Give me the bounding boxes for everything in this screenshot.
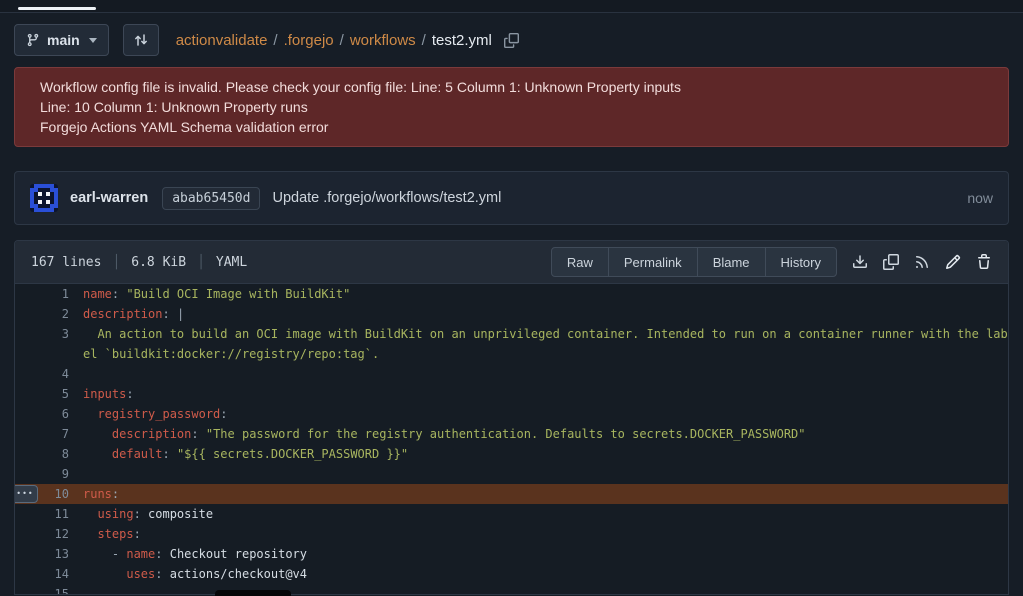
file-lines-count: 167 lines bbox=[31, 255, 101, 270]
line-number[interactable]: 2 bbox=[15, 304, 83, 324]
code-line-text: An action to build an OCI image with Bui… bbox=[83, 324, 1008, 364]
breadcrumb-dir-link[interactable]: workflows bbox=[350, 32, 416, 49]
code-line: 15 bbox=[15, 584, 1008, 595]
branch-name-label: main bbox=[47, 32, 80, 48]
file-size: 6.8 KiB bbox=[131, 255, 186, 270]
blame-button[interactable]: Blame bbox=[697, 247, 766, 277]
line-number[interactable]: 3 bbox=[15, 324, 83, 344]
active-tab-indicator[interactable] bbox=[18, 7, 96, 10]
code-line-text: using: composite bbox=[83, 504, 1008, 524]
delete-icon[interactable] bbox=[976, 254, 992, 270]
commit-sha-link[interactable]: abab65450d bbox=[162, 187, 260, 210]
code-line: 3 An action to build an OCI image with B… bbox=[15, 324, 1008, 364]
code-line: 7 description: "The password for the reg… bbox=[15, 424, 1008, 444]
code-line: 14 uses: actions/checkout@v4 bbox=[15, 564, 1008, 584]
file-action-icons bbox=[852, 254, 992, 270]
workflow-error-banner: Workflow config file is invalid. Please … bbox=[14, 67, 1009, 147]
code-line: 6 registry_password: bbox=[15, 404, 1008, 424]
line-menu-button[interactable]: ••• bbox=[14, 485, 38, 503]
code-line-text: - name: Checkout repository bbox=[83, 544, 1008, 564]
avatar[interactable] bbox=[30, 184, 58, 212]
code-line: 5inputs: bbox=[15, 384, 1008, 404]
file-view-box: 167 lines │ 6.8 KiB │ YAML Raw Permalink… bbox=[14, 240, 1009, 595]
history-button[interactable]: History bbox=[765, 247, 837, 277]
code-line: 2description: | bbox=[15, 304, 1008, 324]
latest-commit-bar: earl-warren abab65450d Update .forgejo/w… bbox=[14, 171, 1009, 225]
code-line-text: default: "${{ secrets.DOCKER_PASSWORD }}… bbox=[83, 444, 1008, 464]
error-line: Workflow config file is invalid. Please … bbox=[40, 77, 983, 97]
git-compare-icon bbox=[133, 32, 149, 48]
line-number[interactable]: 8 bbox=[15, 444, 83, 464]
code-line: 11 using: composite bbox=[15, 504, 1008, 524]
breadcrumb-dir-link[interactable]: .forgejo bbox=[284, 32, 334, 49]
download-icon[interactable] bbox=[852, 254, 868, 270]
bottom-overlay-fragment bbox=[215, 590, 291, 596]
commit-timestamp: now bbox=[967, 190, 993, 206]
code-line: 13 - name: Checkout repository bbox=[15, 544, 1008, 564]
commit-message[interactable]: Update .forgejo/workflows/test2.yml bbox=[272, 190, 501, 206]
copy-icon[interactable] bbox=[883, 254, 899, 270]
compare-button[interactable] bbox=[123, 24, 159, 56]
branch-selector-button[interactable]: main bbox=[14, 24, 109, 56]
line-number[interactable]: 9 bbox=[15, 464, 83, 484]
meta-separator: │ bbox=[197, 255, 205, 270]
file-view-buttons: Raw Permalink Blame History bbox=[551, 247, 837, 277]
line-number[interactable]: 13 bbox=[15, 544, 83, 564]
line-number[interactable]: 14 bbox=[15, 564, 83, 584]
edit-icon[interactable] bbox=[945, 254, 961, 270]
breadcrumb-current-file: test2.yml bbox=[432, 32, 492, 49]
breadcrumb-repo-link[interactable]: actionvalidate bbox=[176, 32, 268, 49]
code-line: 12 steps: bbox=[15, 524, 1008, 544]
file-meta: 167 lines │ 6.8 KiB │ YAML bbox=[31, 255, 247, 270]
rss-icon[interactable] bbox=[914, 254, 930, 270]
error-line: Forgejo Actions YAML Schema validation e… bbox=[40, 117, 983, 137]
code-line-text: description: | bbox=[83, 304, 1008, 324]
chevron-down-icon bbox=[89, 38, 97, 43]
code-line-text: inputs: bbox=[83, 384, 1008, 404]
line-number[interactable]: 7 bbox=[15, 424, 83, 444]
code-line: 4 bbox=[15, 364, 1008, 384]
code-line-text: uses: actions/checkout@v4 bbox=[83, 564, 1008, 584]
code-area: 1name: "Build OCI Image with BuildKit"2d… bbox=[15, 284, 1008, 595]
code-line: 1name: "Build OCI Image with BuildKit" bbox=[15, 284, 1008, 304]
file-header: 167 lines │ 6.8 KiB │ YAML Raw Permalink… bbox=[15, 241, 1008, 284]
breadcrumb: actionvalidate / .forgejo / workflows / … bbox=[176, 32, 519, 49]
breadcrumb-separator: / bbox=[422, 32, 426, 49]
code-line: 9 bbox=[15, 464, 1008, 484]
code-line-text: registry_password: bbox=[83, 404, 1008, 424]
code-line: 10runs:••• bbox=[15, 484, 1008, 504]
file-toolbar: main actionvalidate / .forgejo / workflo… bbox=[14, 24, 1009, 56]
code-line-text bbox=[83, 364, 1008, 384]
git-branch-icon bbox=[26, 33, 40, 47]
line-number[interactable]: 4 bbox=[15, 364, 83, 384]
code-line-text: runs: bbox=[83, 484, 1008, 504]
top-nav-bar bbox=[0, 0, 1023, 13]
line-number[interactable]: 5 bbox=[15, 384, 83, 404]
line-number[interactable]: 1 bbox=[15, 284, 83, 304]
line-number[interactable]: 11 bbox=[15, 504, 83, 524]
copy-path-icon[interactable] bbox=[504, 33, 519, 48]
file-language: YAML bbox=[216, 255, 247, 270]
code-line-text bbox=[83, 464, 1008, 484]
code-line: 8 default: "${{ secrets.DOCKER_PASSWORD … bbox=[15, 444, 1008, 464]
repo-file-page: main actionvalidate / .forgejo / workflo… bbox=[0, 24, 1023, 595]
meta-separator: │ bbox=[112, 255, 120, 270]
raw-button[interactable]: Raw bbox=[551, 247, 609, 277]
line-number[interactable]: 12 bbox=[15, 524, 83, 544]
permalink-button[interactable]: Permalink bbox=[608, 247, 698, 277]
error-line: Line: 10 Column 1: Unknown Property runs bbox=[40, 97, 983, 117]
code-line-text: name: "Build OCI Image with BuildKit" bbox=[83, 284, 1008, 304]
line-number[interactable]: 15 bbox=[15, 584, 83, 595]
breadcrumb-separator: / bbox=[273, 32, 277, 49]
commit-author[interactable]: earl-warren bbox=[70, 190, 148, 206]
code-line-text: steps: bbox=[83, 524, 1008, 544]
breadcrumb-separator: / bbox=[340, 32, 344, 49]
line-number[interactable]: 6 bbox=[15, 404, 83, 424]
code-line-text: description: "The password for the regis… bbox=[83, 424, 1008, 444]
